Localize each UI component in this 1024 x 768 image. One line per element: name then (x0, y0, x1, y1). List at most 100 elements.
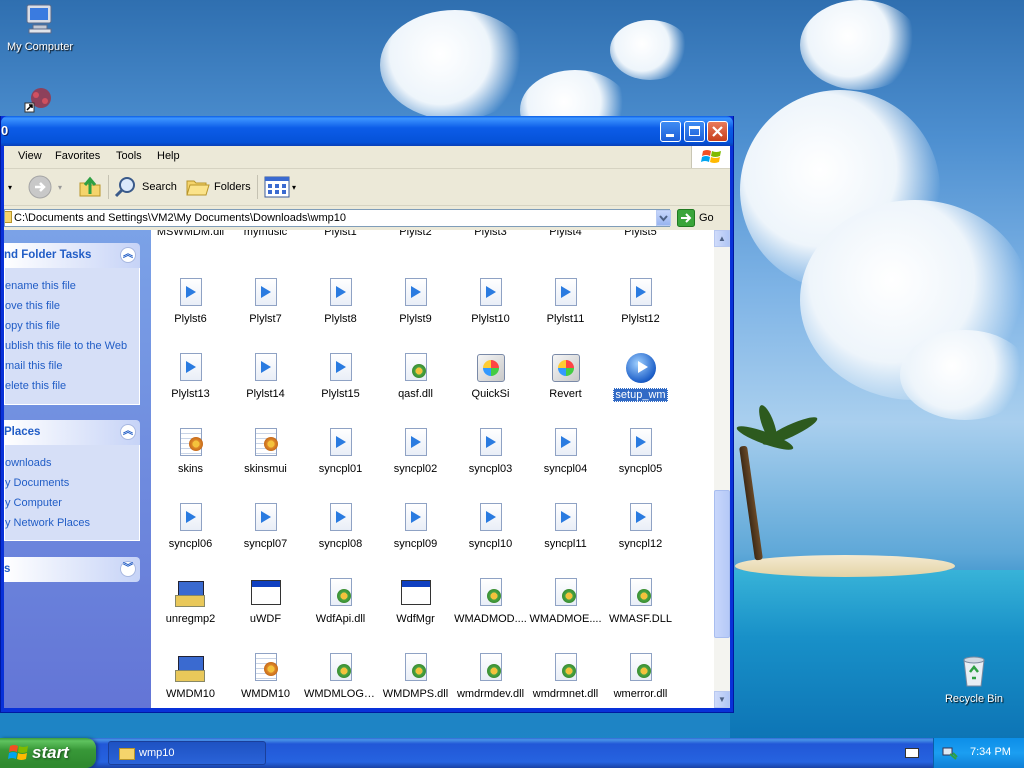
up-folder-button[interactable] (78, 175, 102, 199)
config-icon (250, 427, 282, 459)
file-item[interactable]: setup_wm (603, 352, 678, 405)
menu-tools[interactable]: Tools (116, 150, 142, 162)
desktop-icon-recycle-bin[interactable]: Recycle Bin (934, 654, 1014, 705)
panel-header[interactable]: nd Folder Tasks ︽ (4, 243, 140, 268)
address-field[interactable]: C:\Documents and Settings\VM2\My Documen… (4, 209, 670, 227)
file-item[interactable]: Plylst9 (378, 277, 453, 325)
file-item[interactable]: skinsmui (228, 427, 303, 475)
file-item[interactable]: syncpl08 (303, 502, 378, 550)
file-item[interactable]: Plylst1 (303, 230, 378, 238)
folders-button[interactable]: Folders (186, 175, 251, 199)
taskbar-item-wmp10[interactable]: wmp10 (108, 741, 266, 765)
file-item[interactable]: Plylst4 (528, 230, 603, 238)
menu-favorites[interactable]: Favorites (55, 150, 100, 162)
place-network[interactable]: y Network Places (5, 513, 139, 533)
file-item[interactable]: qasf.dll (378, 352, 453, 400)
file-item[interactable]: skins (153, 427, 228, 475)
menu-help[interactable]: Help (157, 150, 180, 162)
file-item[interactable]: Revert (528, 352, 603, 400)
file-label: wmdrmnet.dll (532, 688, 599, 700)
collapse-icon[interactable]: ︽ (120, 424, 136, 440)
file-item[interactable]: unregmp2 (153, 577, 228, 625)
maximize-button[interactable] (684, 121, 705, 142)
file-item[interactable]: uWDF (228, 577, 303, 625)
file-item[interactable]: wmerror.dll (603, 652, 678, 700)
task-publish[interactable]: ublish this file to the Web (5, 336, 139, 356)
expand-icon[interactable]: ︾ (120, 561, 136, 577)
desktop-icon-my-computer[interactable]: My Computer (0, 2, 80, 53)
file-item[interactable]: Plylst12 (603, 277, 678, 325)
task-delete[interactable]: elete this file (5, 376, 139, 396)
place-downloads[interactable]: ownloads (5, 453, 139, 473)
file-item[interactable]: Plylst6 (153, 277, 228, 325)
task-copy[interactable]: opy this file (5, 316, 139, 336)
views-button[interactable]: ▾ (264, 175, 296, 199)
vertical-scrollbar[interactable]: ▲ ▼ (714, 230, 730, 708)
start-button[interactable]: start (0, 738, 96, 768)
search-button[interactable]: Search (114, 175, 177, 199)
menu-view[interactable]: View (18, 150, 42, 162)
file-item[interactable]: WdfApi.dll (303, 577, 378, 625)
file-item[interactable]: syncpl11 (528, 502, 603, 550)
file-item[interactable]: syncpl02 (378, 427, 453, 475)
go-button[interactable]: Go (677, 209, 714, 227)
file-item[interactable]: wmdrmnet.dll (528, 652, 603, 700)
forward-button[interactable]: ▾ (28, 175, 62, 199)
file-item[interactable]: WMADMOE.... (528, 577, 603, 625)
file-item[interactable]: wmdrmdev.dll (453, 652, 528, 700)
file-item[interactable]: WdfMgr (378, 577, 453, 625)
file-item[interactable]: mymusic (228, 230, 303, 238)
file-item[interactable]: WMDM10 (153, 652, 228, 700)
minimize-button[interactable] (660, 121, 681, 142)
back-dropdown[interactable]: ▾ (8, 175, 12, 199)
folder-icon (119, 748, 135, 760)
file-label: Plylst12 (621, 313, 660, 325)
file-item[interactable]: Plylst14 (228, 352, 303, 400)
file-item[interactable]: Plylst15 (303, 352, 378, 400)
scroll-down-button[interactable]: ▼ (714, 691, 730, 708)
clock[interactable]: 7:34 PM (970, 746, 1011, 758)
close-button[interactable] (707, 121, 728, 142)
file-item[interactable]: syncpl06 (153, 502, 228, 550)
file-label: syncpl11 (544, 538, 587, 550)
file-item[interactable]: syncpl07 (228, 502, 303, 550)
file-item[interactable]: syncpl03 (453, 427, 528, 475)
keyboard-icon[interactable] (905, 748, 919, 758)
file-item[interactable]: Plylst11 (528, 277, 603, 325)
panel-header[interactable]: s ︾ (4, 557, 140, 582)
address-dropdown-button[interactable] (656, 210, 671, 226)
collapse-icon[interactable]: ︽ (120, 247, 136, 263)
file-item[interactable]: syncpl10 (453, 502, 528, 550)
file-item[interactable]: WMASF.DLL (603, 577, 678, 625)
file-item[interactable]: syncpl09 (378, 502, 453, 550)
file-item[interactable]: Plylst8 (303, 277, 378, 325)
file-item[interactable]: Plylst7 (228, 277, 303, 325)
file-item[interactable]: Plylst5 (603, 230, 678, 238)
file-item[interactable]: Plylst3 (453, 230, 528, 238)
file-item[interactable]: MSWMDM.dll (153, 230, 228, 238)
file-item[interactable]: syncpl12 (603, 502, 678, 550)
file-item[interactable]: Plylst13 (153, 352, 228, 400)
shortcut-icon[interactable] (24, 86, 54, 117)
file-item[interactable]: syncpl01 (303, 427, 378, 475)
file-item[interactable]: WMDM10 (228, 652, 303, 700)
place-my-computer[interactable]: y Computer (5, 493, 139, 513)
file-item[interactable]: WMDMPS.dll (378, 652, 453, 700)
network-icon[interactable] (942, 745, 958, 761)
file-item[interactable]: Plylst10 (453, 277, 528, 325)
scroll-thumb[interactable] (714, 490, 730, 638)
title-bar[interactable]: 0 (1, 116, 733, 146)
file-item[interactable]: QuickSi (453, 352, 528, 400)
task-rename[interactable]: ename this file (5, 276, 139, 296)
file-item[interactable]: syncpl05 (603, 427, 678, 475)
task-move[interactable]: ove this file (5, 296, 139, 316)
place-my-documents[interactable]: y Documents (5, 473, 139, 493)
scroll-up-button[interactable]: ▲ (714, 230, 730, 247)
file-item[interactable]: syncpl04 (528, 427, 603, 475)
config-icon (250, 652, 282, 684)
task-email[interactable]: mail this file (5, 356, 139, 376)
file-item[interactable]: WMDMLOG.dll (303, 652, 378, 700)
file-item[interactable]: Plylst2 (378, 230, 453, 238)
panel-header[interactable]: Places ︽ (4, 420, 140, 445)
file-item[interactable]: WMADMOD.... (453, 577, 528, 625)
